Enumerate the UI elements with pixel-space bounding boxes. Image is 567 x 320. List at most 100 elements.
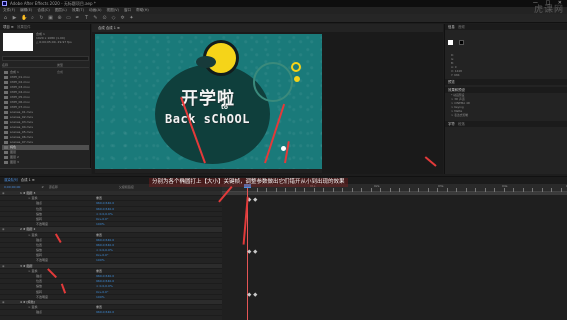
dark-ellipse-shape [196,56,216,68]
rectangle-tool-icon[interactable]: ▭ [66,15,71,21]
menu-item[interactable]: 帮助(H) [136,8,149,12]
project-item-name: 图层 3 [10,160,19,164]
menu-item[interactable]: 图层(L) [55,8,67,12]
menu-item[interactable]: 视图(V) [106,8,118,12]
project-info-line: △ 0;00;05;00, 29.97 fps [36,40,72,44]
selection-tool-icon[interactable]: ▶ [12,15,17,21]
menu-item[interactable]: 合成(C) [37,8,50,12]
tab-project[interactable]: 项目 ≡ [3,25,14,29]
project-item-list: 合成 1 合成 CMH_01.mov CMH_02.mov CMH_03.mov CMH_… [2,70,89,165]
project-search-input[interactable] [2,56,89,61]
title-bar: Adobe After Effects 2020 - 无标题项目.aep * —… [0,0,567,7]
menu-bar: 文件(F) 编辑(E) 合成(C) 图层(L) 效果(T) 动画(A) 视图(V) 窗口 帮助(… [0,7,567,14]
project-item-name: CMH_04.mov [10,90,30,94]
info-line: Y: 684 [451,73,460,77]
menu-item[interactable]: 编辑(E) [20,8,32,12]
menu-item[interactable]: 效果(T) [72,8,84,12]
text-tool-icon[interactable]: T [84,15,89,21]
keyframe-diamond[interactable] [253,249,258,254]
footage-icon [4,116,8,119]
timeline-layer-list: 1 ★ 图层 3 ◉ > 变换 重置 锚点 960.0,540.0 位置 960.0,540.… [0,191,222,320]
brush-tool-icon[interactable]: ✎ [93,15,98,21]
tab-character[interactable]: 字符 [448,122,455,126]
preview-panel-header: 预览 [445,79,567,85]
tab-paragraph[interactable]: 段落 [458,122,465,126]
yellow-ring-shape [291,62,301,72]
timecode-display[interactable]: 0;00;00;00 [4,185,20,189]
composition-panel: 合成 合成 1 ≡ 开学啦 to Back sChOOL [92,24,443,174]
tutorial-annotation-text: 分别为各个椭圆打上【大小】关键帧，调整参数做出它们错开从小到出现的效果 [149,178,348,187]
menu-item[interactable]: 动画(A) [89,8,101,12]
project-item-name: CMH_01.mov [10,75,30,79]
clone-stamp-icon[interactable]: ⊙ [102,15,107,21]
layer-property-value[interactable]: 960.0,540.0 [96,310,114,315]
rotate-tool-icon[interactable]: ↻ [39,15,44,21]
viewer-footer-bar [95,169,322,173]
eraser-icon[interactable]: ◇ [111,15,116,21]
layer-property-label: 锚点 [36,310,43,315]
tab-info[interactable]: 信息 [448,25,455,29]
project-item-name: 图层 2 [10,155,19,159]
footage-icon [4,161,8,164]
right-panels: 信息 音频 R: G: B: A: 0 X: 1448 Y: 684 预览 效果… [444,24,567,174]
column-name-header[interactable]: 名称 [2,63,8,67]
tab-audio[interactable]: 音频 [458,25,465,29]
project-item-name: 合成 1 [10,70,19,74]
footage-icon [4,81,8,84]
keyframe-diamond[interactable] [253,292,258,297]
black-swatch [459,40,465,45]
pan-behind-icon[interactable]: ⊕ [57,15,62,21]
column-type-header[interactable]: 类型 [57,63,63,67]
project-item-name: CMH_06.mov [10,100,30,104]
puppet-pin-icon[interactable]: ✦ [129,15,134,21]
camera-tool-icon[interactable]: ▣ [48,15,53,21]
project-item-name: 纯色 [10,145,17,149]
footage-icon [4,101,8,104]
project-panel: 项目 ≡ 效果控件 合成 1 1920 x 1080 (1.00) △ 0;00… [0,24,91,174]
home-icon[interactable]: ⌂ [3,15,8,21]
project-item-name: scenes_06.mov [10,135,34,139]
project-item-name: CMH_07.mov [10,105,30,109]
ruler-label: 04s [502,184,508,188]
hand-tool-icon[interactable]: ✋ [21,15,27,21]
character-panel-header: 字符 段落 [445,121,567,127]
project-item-name: scenes_02.mov [10,115,34,119]
composition-viewer[interactable]: 开学啦 to Back sChOOL [95,34,322,170]
tab-preview[interactable]: 预览 [448,80,455,84]
watermark-text: 虎课网 [533,5,564,15]
keyframe-diamond[interactable] [247,249,252,254]
tab-effects-presets[interactable]: 效果和预设 [448,88,465,92]
tab-render-queue[interactable]: 渲染队列 [4,178,18,182]
project-item-name: scenes_03.mov [10,120,34,124]
effects-item[interactable]: > 表达式控制 [445,113,567,117]
timeline-graph-area[interactable]: 0s01s02s03s04s05s [222,184,567,320]
project-list-item[interactable]: 图层 3 [2,160,89,165]
timeline-layer-row[interactable]: 锚点 960.0,540.0 [0,310,222,316]
white-swatch [448,40,453,45]
pen-tool-icon[interactable]: ✒ [75,15,80,21]
keyframe-diamond[interactable] [247,292,252,297]
zoom-tool-icon[interactable]: ⌕ [30,15,35,21]
title-english-text: Back sChOOL [165,112,250,126]
menu-item[interactable]: 窗口 [124,8,131,12]
project-panel-tabs: 项目 ≡ 效果控件 [0,24,90,30]
footage-icon [4,91,8,94]
footage-icon [4,141,8,144]
project-list-header: 名称 类型 [2,63,89,68]
title-to-text: to [221,104,228,111]
tab-composition-timeline[interactable]: 合成 1 ≡ [21,178,35,182]
project-item-info: 合成 1 1920 x 1080 (1.00) △ 0;00;05;00, 29… [36,32,72,44]
roto-brush-icon[interactable]: ✲ [120,15,125,21]
column-header: 源名称 [48,185,58,189]
footage-icon [4,96,8,99]
work-area-bar[interactable] [222,192,567,195]
composition-tab-label[interactable]: 合成 合成 1 ≡ [98,26,120,30]
tab-effect-controls[interactable]: 效果控件 [17,25,31,29]
footage-icon [4,111,8,114]
footage-icon [4,146,8,149]
column-header: 父级和链接 [118,185,134,189]
project-item-name: scenes_07.mov [10,140,34,144]
keyframe-diamond[interactable] [253,197,258,202]
ruler-label: 03s [438,184,444,188]
menu-item[interactable]: 文件(F) [3,8,15,12]
